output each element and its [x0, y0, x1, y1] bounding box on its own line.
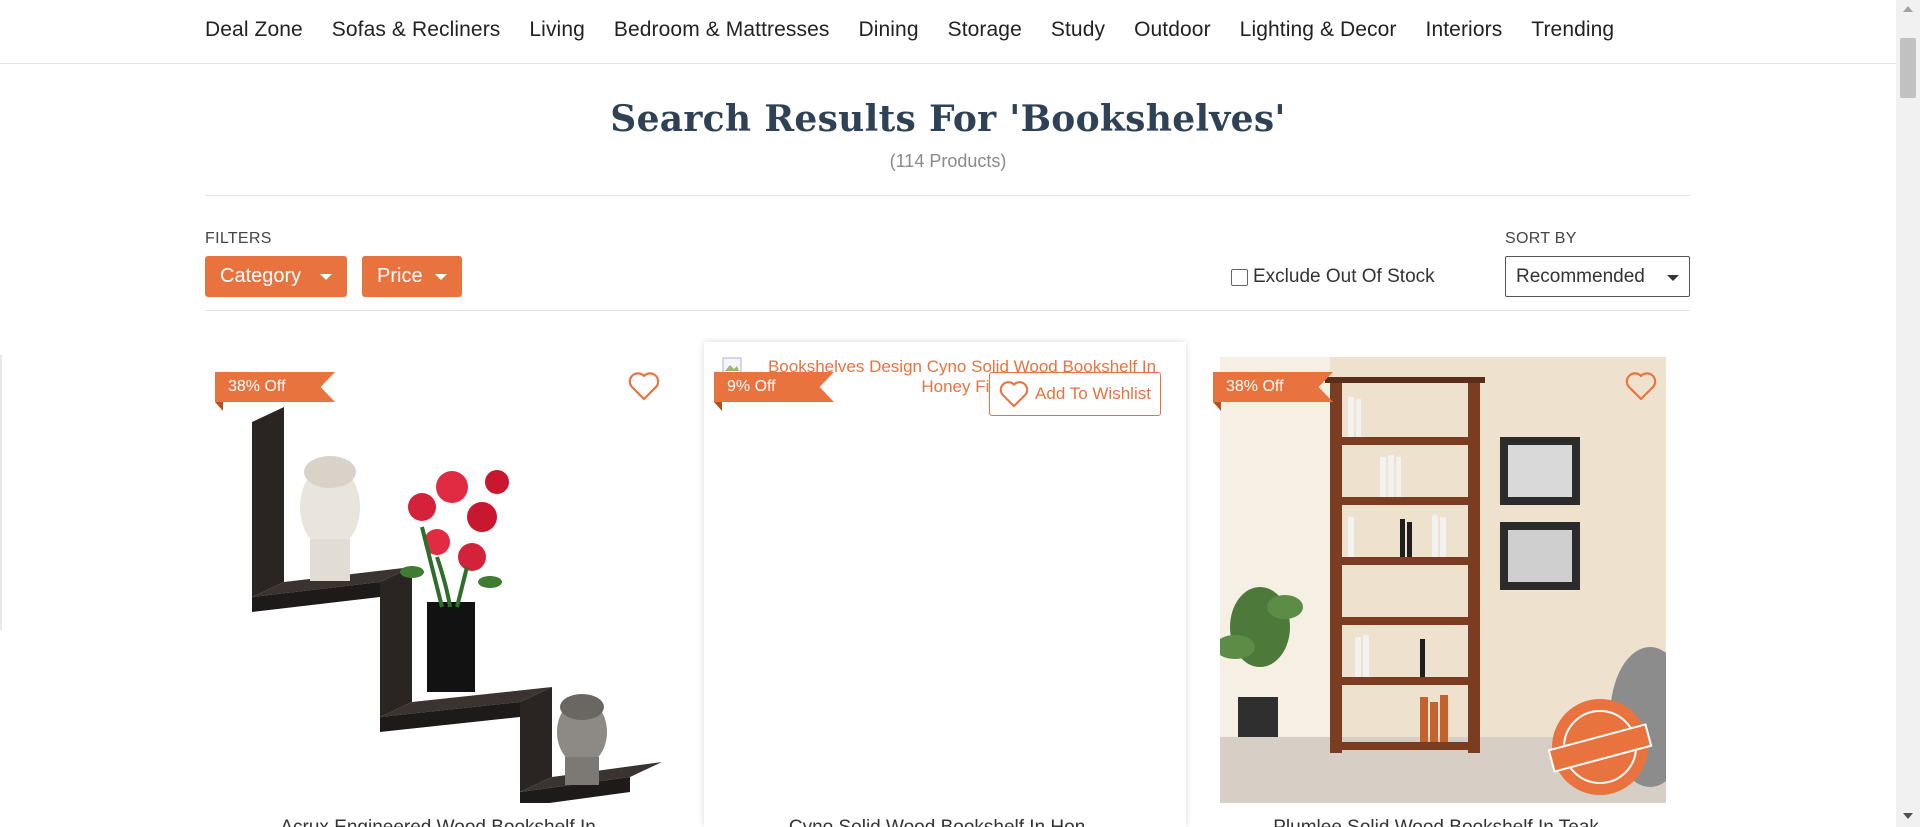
- zigzag-wall-shelf-image: [222, 357, 668, 803]
- sort-by-label: SORT BY: [1505, 230, 1577, 247]
- ribbon-fold: [1213, 402, 1221, 411]
- product-card[interactable]: 38% Off Plumlee Solid Wood Bookshelf In …: [1203, 342, 1685, 827]
- nav-item-trending[interactable]: Trending: [1531, 18, 1614, 42]
- page-scrollbar[interactable]: [1896, 0, 1920, 827]
- caret-down-icon: [1667, 275, 1679, 281]
- category-filter-button[interactable]: Category: [205, 256, 347, 297]
- search-results-heading: Search Results For 'Bookshelves': [610, 98, 1286, 140]
- price-filter-button[interactable]: Price: [362, 256, 462, 297]
- top-navigation: Deal Zone Sofas & Recliners Living Bedro…: [0, 0, 1896, 64]
- exclude-out-of-stock-toggle[interactable]: Exclude Out Of Stock: [1231, 266, 1435, 288]
- add-to-wishlist-button[interactable]: Add To Wishlist: [989, 372, 1161, 416]
- discount-text: 38% Off: [1226, 378, 1284, 395]
- product-count: (114 Products): [889, 151, 1007, 171]
- product-title[interactable]: Acrux Engineered Wood Bookshelf In...: [205, 817, 687, 827]
- scroll-down-arrow-icon[interactable]: [1903, 813, 1913, 819]
- exclude-out-of-stock-label: Exclude Out Of Stock: [1253, 266, 1435, 287]
- price-filter-label: Price: [377, 265, 423, 287]
- filters-label: FILTERS: [205, 230, 272, 247]
- nav-item-study[interactable]: Study: [1051, 18, 1105, 42]
- nav-item-living[interactable]: Living: [529, 18, 584, 42]
- heart-icon: [999, 381, 1029, 408]
- side-edge: [0, 355, 2, 630]
- discount-text: 9% Off: [727, 378, 776, 395]
- add-to-wishlist-label: Add To Wishlist: [1035, 384, 1151, 403]
- nav-item-interiors[interactable]: Interiors: [1426, 18, 1503, 42]
- ribbon-fold: [714, 402, 722, 411]
- sort-by-select[interactable]: Recommended: [1505, 256, 1690, 297]
- product-title[interactable]: Cyno Solid Wood Bookshelf In Hon...: [704, 817, 1186, 827]
- nav-list: Deal Zone Sofas & Recliners Living Bedro…: [205, 0, 1614, 60]
- nav-item-outdoor[interactable]: Outdoor: [1134, 18, 1211, 42]
- heart-icon[interactable]: [1625, 371, 1657, 401]
- product-image[interactable]: [1220, 357, 1666, 803]
- product-card[interactable]: Bookshelves Design Cyno Solid Wood Books…: [704, 342, 1186, 827]
- nav-item-deal-zone[interactable]: Deal Zone: [205, 18, 303, 42]
- ribbon-fold: [215, 402, 223, 411]
- caret-down-icon: [320, 274, 332, 280]
- caret-down-icon: [435, 274, 447, 280]
- nav-item-bedroom-mattresses[interactable]: Bedroom & Mattresses: [614, 18, 830, 42]
- divider: [205, 195, 1690, 196]
- divider: [205, 310, 1690, 311]
- product-title[interactable]: Plumlee Solid Wood Bookshelf In Teak...: [1203, 817, 1685, 827]
- category-filter-label: Category: [220, 265, 302, 287]
- discount-badge: 9% Off: [714, 372, 834, 402]
- product-card[interactable]: 38% Off Acrux Engineered Wood Bookshelf …: [205, 342, 687, 827]
- nav-item-sofas-recliners[interactable]: Sofas & Recliners: [332, 18, 501, 42]
- scroll-thumb[interactable]: [1900, 38, 1916, 98]
- nav-item-lighting-decor[interactable]: Lighting & Decor: [1240, 18, 1397, 42]
- tall-wooden-bookshelf-image: [1220, 357, 1666, 803]
- nav-item-storage[interactable]: Storage: [948, 18, 1022, 42]
- nav-item-dining[interactable]: Dining: [858, 18, 918, 42]
- exclude-out-of-stock-checkbox[interactable]: [1231, 268, 1248, 286]
- discount-text: 38% Off: [228, 378, 286, 395]
- product-image[interactable]: [222, 357, 668, 803]
- discount-badge: 38% Off: [215, 372, 335, 402]
- heart-icon[interactable]: [628, 371, 660, 401]
- scroll-up-arrow-icon[interactable]: [1903, 6, 1913, 12]
- sort-selected-value: Recommended: [1516, 265, 1645, 287]
- discount-badge: 38% Off: [1213, 372, 1333, 402]
